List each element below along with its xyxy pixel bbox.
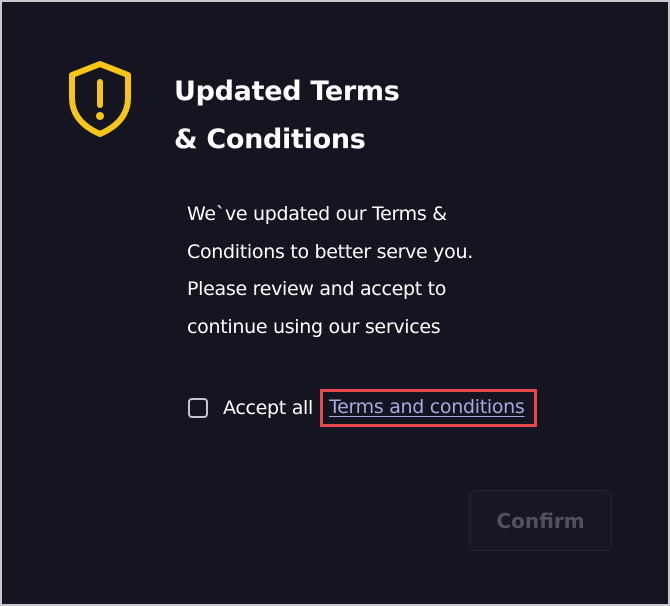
dialog-title: Updated Terms & Conditions: [174, 68, 494, 164]
title-line-1: Updated Terms: [174, 76, 400, 107]
dialog-message: We`ve updated our Terms & Conditions to …: [187, 196, 547, 346]
message-line-2: Conditions to better serve you.: [187, 240, 473, 263]
accept-terms-checkbox[interactable]: [188, 398, 208, 418]
accept-terms-row: Accept all Terms and conditions: [188, 389, 537, 427]
terms-dialog: Updated Terms & Conditions We`ve updated…: [2, 2, 668, 604]
terms-and-conditions-link[interactable]: Terms and conditions: [320, 389, 537, 427]
title-line-2: & Conditions: [174, 124, 366, 155]
message-line-1: We`ve updated our Terms &: [187, 203, 447, 225]
message-line-3: Please review and accept to: [187, 278, 447, 300]
message-line-4: continue using our services: [187, 315, 441, 338]
accept-terms-label[interactable]: Accept all: [223, 397, 313, 419]
shield-exclamation-icon: [69, 61, 131, 137]
confirm-button[interactable]: Confirm: [469, 490, 612, 551]
